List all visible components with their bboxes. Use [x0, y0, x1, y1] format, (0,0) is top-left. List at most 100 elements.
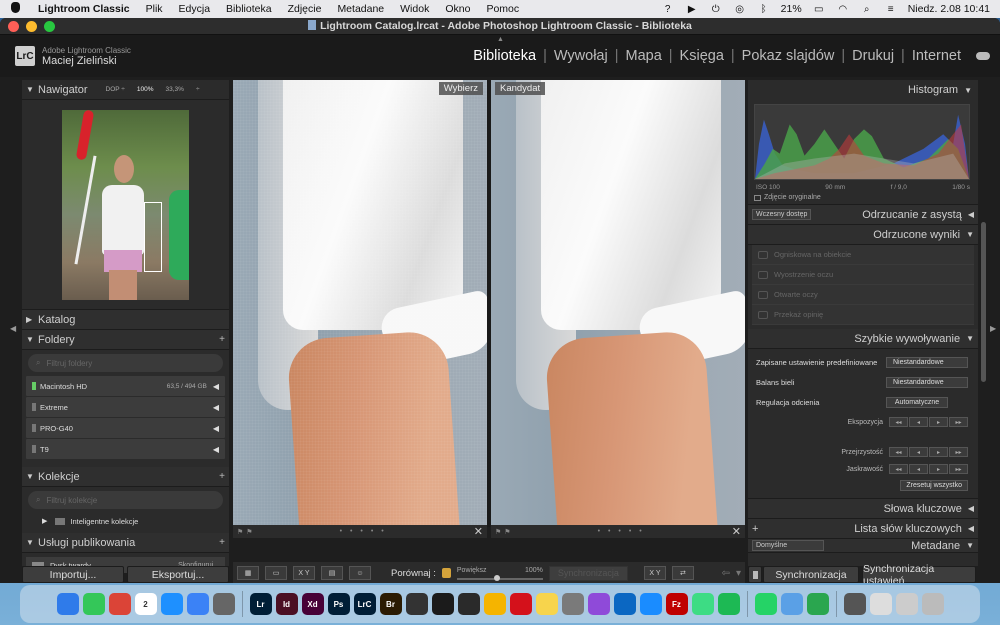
collection-filter-input[interactable]: ⌕ Filtruj kolekcje [28, 491, 223, 509]
toggle-switch-icon[interactable] [752, 570, 758, 579]
make-select-icon[interactable]: ⇄ [671, 566, 694, 580]
close-window-button[interactable] [8, 20, 19, 32]
dock-app-store-icon[interactable] [639, 593, 662, 615]
dock-pulpit-icon[interactable] [869, 593, 892, 615]
module-drukuj[interactable]: Drukuj [845, 48, 901, 64]
dock-podcasty-icon[interactable] [587, 593, 610, 615]
candidate-pane[interactable]: Kandydat [491, 80, 745, 525]
apple-menu-icon[interactable] [0, 2, 30, 16]
dock-zdjęcia-icon[interactable] [483, 593, 506, 615]
cloud-icon[interactable] [976, 52, 990, 60]
select-close-icon[interactable]: ✕ [474, 525, 483, 538]
navigator-header[interactable]: ▼ Nawigator DOP ÷ 100% 33,3% ÷ [22, 80, 229, 100]
reject-open-eyes-item[interactable]: Otwarte oczy [752, 285, 974, 305]
dock-ustawienia-icon[interactable] [561, 593, 584, 615]
sync-button[interactable]: Synchronizacja [763, 566, 859, 583]
auto-tone-button[interactable]: Automatyczne [886, 396, 948, 408]
select-pane[interactable]: Wybierz [233, 80, 487, 525]
collapse-triangle-icon[interactable]: ▼ [964, 86, 972, 95]
expand-left-icon[interactable]: ◀ [968, 524, 974, 533]
sync-focus-button[interactable]: Synchronizacja [548, 565, 628, 581]
nav-zoom-custom[interactable]: 33,3% [166, 86, 184, 93]
clarity-decrease-button[interactable]: ◂ [909, 447, 928, 457]
dock-kalendarz-icon[interactable]: 2 [134, 593, 157, 615]
dock-fresco-icon[interactable] [431, 593, 454, 615]
import-button[interactable]: Importuj... [22, 566, 124, 583]
swap-icon[interactable]: X Y [643, 566, 666, 580]
publish-services-header[interactable]: ▼ Usługi publikowania + [22, 533, 229, 553]
grid-view-icon[interactable]: ▦ [237, 566, 259, 580]
navigator-preview[interactable] [22, 100, 229, 310]
dock-chrome-icon[interactable] [108, 593, 131, 615]
expand-left-icon[interactable]: ◀ [968, 504, 974, 513]
collections-header[interactable]: ▼ Kolekcje + [22, 467, 229, 487]
dock-safari-icon[interactable] [160, 593, 183, 615]
folder-filter-input[interactable]: ⌕ Filtruj foldery [28, 354, 223, 372]
menu-biblioteka[interactable]: Biblioteka [218, 3, 280, 15]
dock-numbers-icon[interactable] [806, 593, 829, 615]
reject-sharp-eyes-item[interactable]: Wyostrzenie oczu [752, 265, 974, 285]
smart-collections-item[interactable]: ▶ Inteligentne kolekcje [22, 513, 229, 529]
add-keyword-icon[interactable]: + [752, 523, 758, 535]
previous-photo-icon[interactable]: ⇦ [722, 568, 730, 579]
airdrop-icon[interactable]: ◎ [733, 3, 747, 15]
dock-spotify-icon[interactable] [717, 593, 740, 615]
keywording-header[interactable]: Słowa kluczowe ◀ [748, 499, 978, 519]
dock-id-icon[interactable]: Id [275, 593, 298, 615]
reject-focus-item[interactable]: Ogniskowa na obiekcie [752, 245, 974, 265]
vibrance-decrease-button[interactable]: ◂ [909, 464, 928, 474]
dock-wiadomości-icon[interactable] [82, 593, 105, 615]
folders-header[interactable]: ▼ Foldery + [22, 330, 229, 350]
module-mapa[interactable]: Mapa [618, 48, 668, 64]
menubar-clock[interactable]: Niedz. 2.08 10:41 [908, 3, 990, 15]
fullscreen-window-button[interactable] [44, 20, 55, 32]
control-center-icon[interactable]: ≡ [884, 3, 898, 15]
wifi-icon[interactable]: ◠ [836, 3, 850, 15]
menu-okno[interactable]: Okno [437, 3, 478, 15]
navigator-thumbnail[interactable] [62, 109, 189, 300]
navigator-view-rectangle[interactable] [144, 201, 162, 272]
nav-zoom-fit[interactable]: DOP ÷ [106, 86, 125, 93]
flag-pick-icon[interactable]: ⚑ [237, 528, 243, 536]
menu-edycja[interactable]: Edycja [171, 3, 219, 15]
module-ksiega[interactable]: Księga [673, 48, 731, 64]
nav-zoom-100[interactable]: 100% [137, 86, 154, 93]
original-photo-toggle[interactable]: Zdjęcie oryginalne [754, 194, 972, 201]
dock-filezilla-icon[interactable]: Fz [665, 593, 688, 615]
vibrance-increase-large-button[interactable]: ▸▸ [949, 464, 968, 474]
collapse-triangle-icon[interactable]: ▼ [26, 85, 38, 94]
zoom-track[interactable] [456, 574, 543, 581]
expand-triangle-icon[interactable]: ▶ [26, 315, 38, 324]
minimize-window-button[interactable] [26, 20, 37, 32]
candidate-rating-dots[interactable]: • • • • • [511, 528, 732, 535]
white-balance-select[interactable]: Niestandardowe [886, 376, 968, 388]
sync-settings-button[interactable]: Synchronizacja ustawień [862, 563, 976, 583]
top-panel-toggle-icon[interactable]: ▲ [497, 36, 504, 43]
metadata-preset-select[interactable]: Domyślne [752, 540, 824, 551]
collapse-triangle-icon[interactable]: ▼ [26, 472, 38, 481]
left-panel-toggle-icon[interactable]: ◀ [10, 324, 16, 333]
exposure-increase-large-button[interactable]: ▸▸ [949, 417, 968, 427]
collapse-left-icon[interactable]: ◀ [213, 424, 219, 433]
histogram-header[interactable]: Histogram ▼ [748, 80, 978, 100]
dock-lr-icon[interactable]: Lr [249, 593, 272, 615]
menu-metadane[interactable]: Metadane [329, 3, 392, 15]
collapse-triangle-icon[interactable]: ▼ [966, 334, 974, 343]
search-icon[interactable]: ⌕ [860, 3, 874, 15]
menu-plik[interactable]: Plik [138, 3, 171, 15]
survey-view-icon[interactable]: ▤ [321, 566, 343, 580]
collapse-left-icon[interactable]: ◀ [213, 403, 219, 412]
auto-sync-toggle[interactable] [748, 566, 762, 583]
histogram-graph[interactable] [754, 104, 970, 180]
menu-pomoc[interactable]: Pomoc [478, 3, 527, 15]
add-publish-icon[interactable]: + [219, 537, 225, 548]
clarity-increase-large-button[interactable]: ▸▸ [949, 447, 968, 457]
menu-app-name[interactable]: Lightroom Classic [30, 3, 138, 15]
dock-zrzuty-icon[interactable] [843, 593, 866, 615]
dock-ps-icon[interactable]: Ps [327, 593, 350, 615]
dock-skaner-icon[interactable] [780, 593, 803, 615]
volume-macintosh-hd[interactable]: Macintosh HD 63,5 / 494 GB ◀ [26, 376, 225, 396]
rejected-results-header[interactable]: Odrzucone wyniki ▼ [748, 225, 978, 245]
menu-widok[interactable]: Widok [392, 3, 437, 15]
clarity-increase-button[interactable]: ▸ [929, 447, 948, 457]
